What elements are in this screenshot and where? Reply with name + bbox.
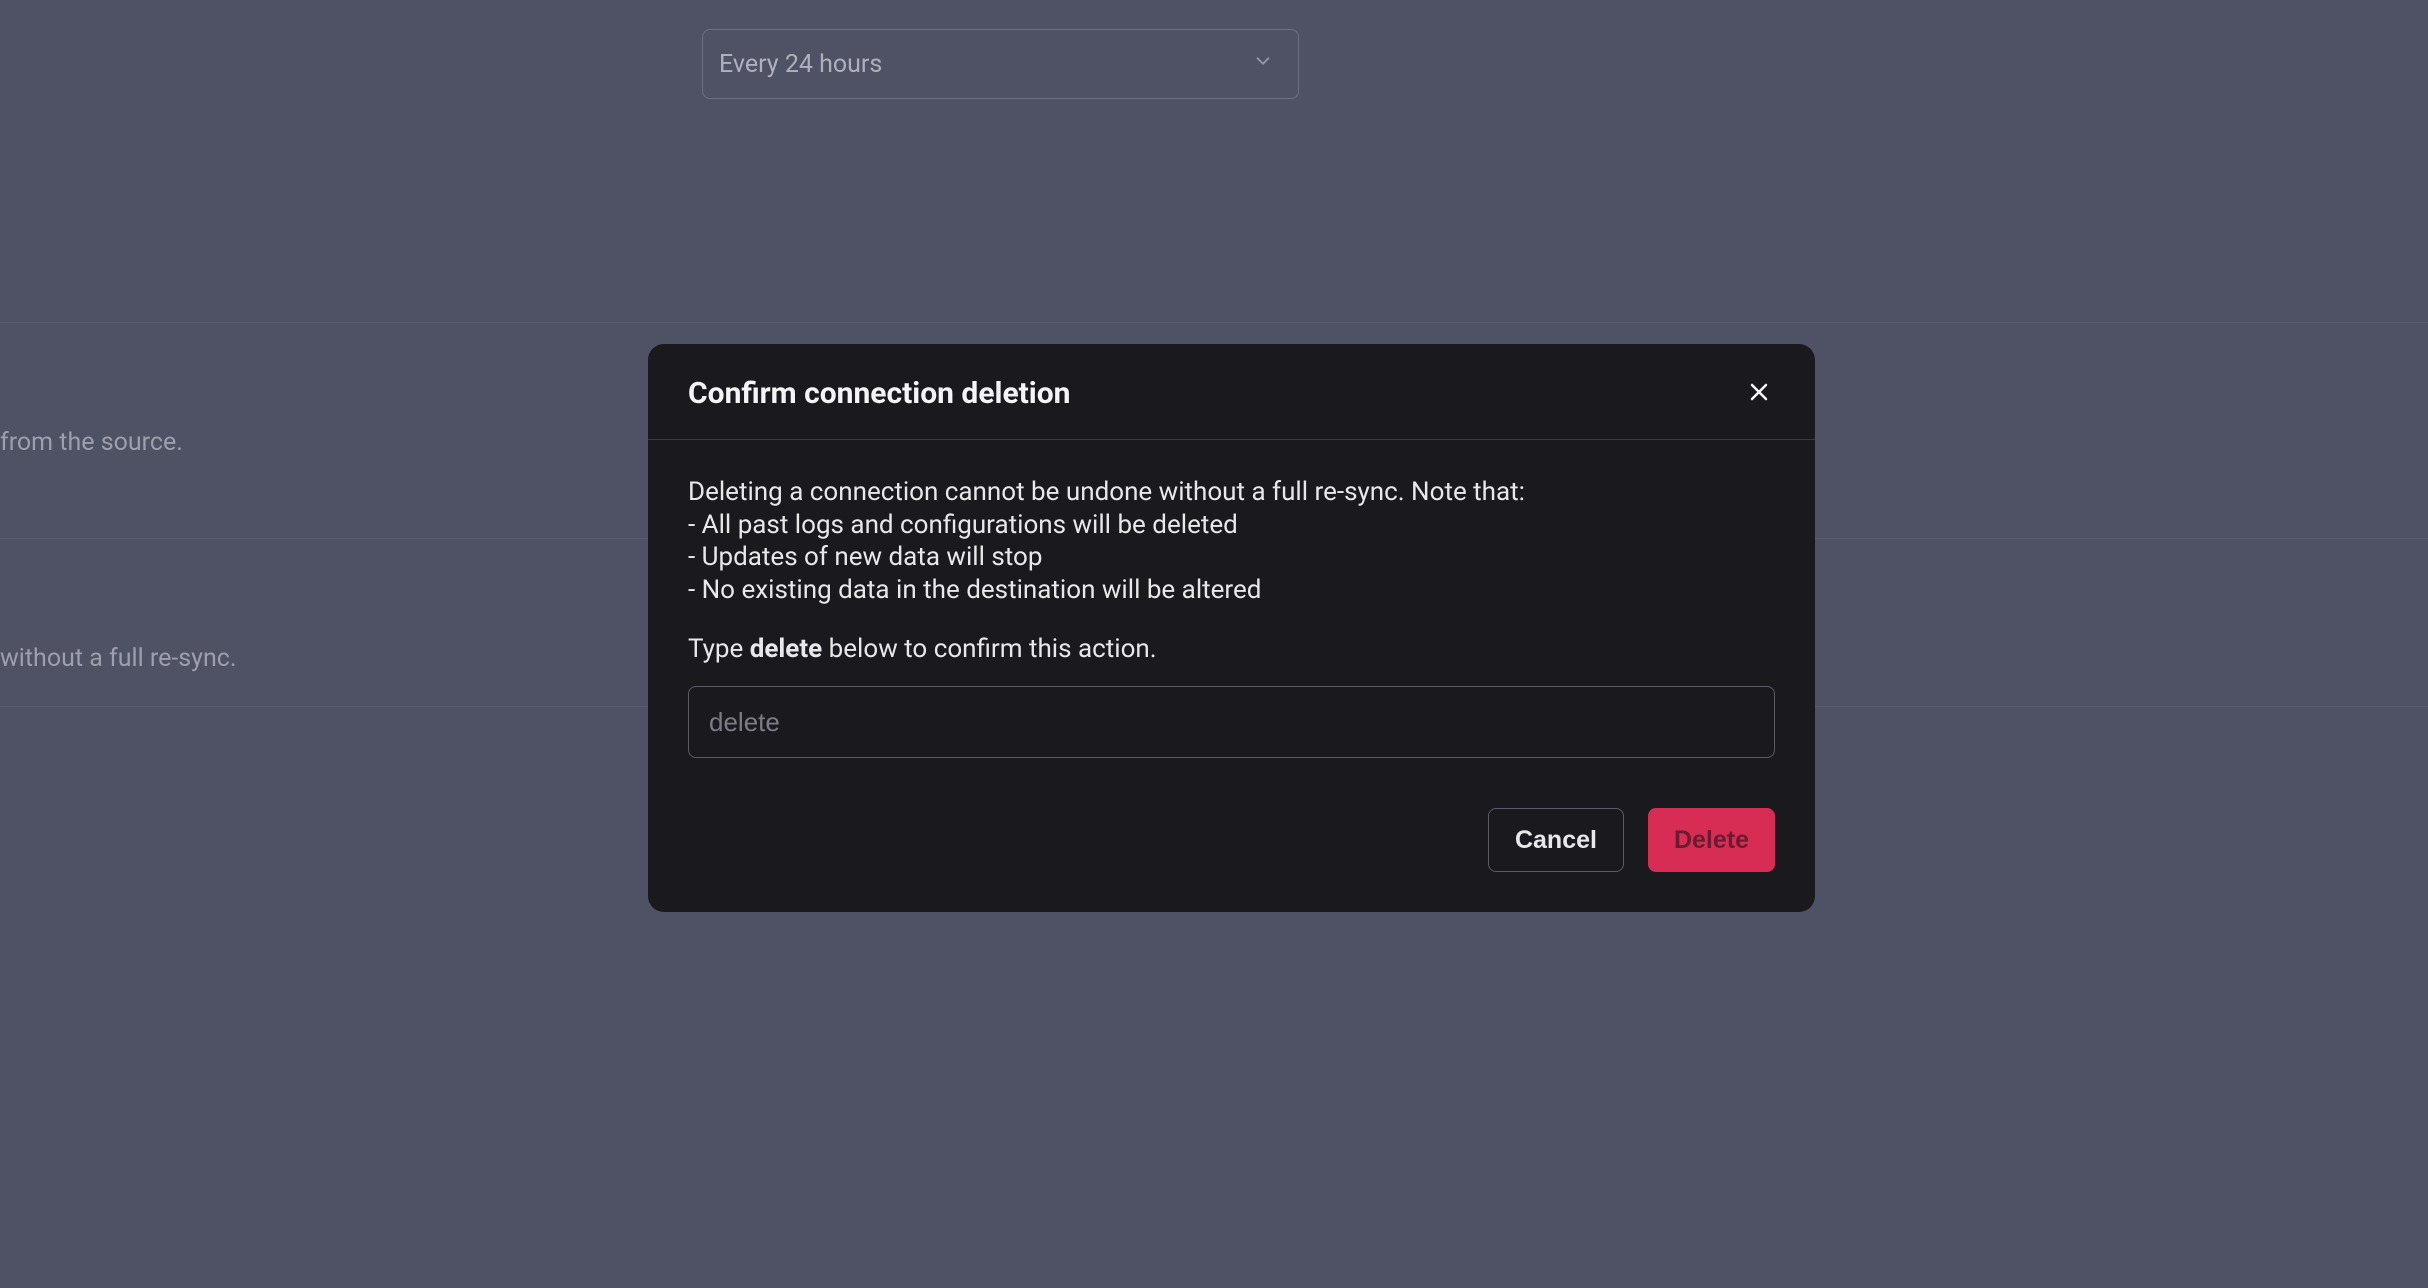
close-button[interactable] — [1743, 376, 1775, 411]
confirm-prompt-keyword: delete — [750, 634, 822, 664]
modal-body: Deleting a connection cannot be undone w… — [648, 440, 1815, 758]
cancel-button[interactable]: Cancel — [1488, 808, 1624, 872]
warning-item: - Updates of new data will stop — [688, 541, 1775, 574]
delete-button[interactable]: Delete — [1648, 808, 1775, 872]
confirm-deletion-modal: Confirm connection deletion Deleting a c… — [648, 344, 1815, 912]
warning-item: - All past logs and configurations will … — [688, 509, 1775, 542]
modal-title: Confirm connection deletion — [688, 376, 1071, 411]
modal-overlay: Confirm connection deletion Deleting a c… — [0, 0, 2428, 1288]
modal-footer: Cancel Delete — [648, 758, 1815, 912]
warning-item: - No existing data in the destination wi… — [688, 574, 1775, 607]
modal-header: Confirm connection deletion — [648, 344, 1815, 440]
warning-intro: Deleting a connection cannot be undone w… — [688, 476, 1775, 509]
warning-text: Deleting a connection cannot be undone w… — [688, 476, 1775, 606]
confirm-prompt: Type delete below to confirm this action… — [688, 634, 1775, 664]
confirm-prompt-suffix: below to confirm this action. — [822, 634, 1156, 664]
confirm-input[interactable] — [688, 686, 1775, 758]
close-icon — [1747, 380, 1771, 407]
confirm-prompt-prefix: Type — [688, 634, 750, 664]
